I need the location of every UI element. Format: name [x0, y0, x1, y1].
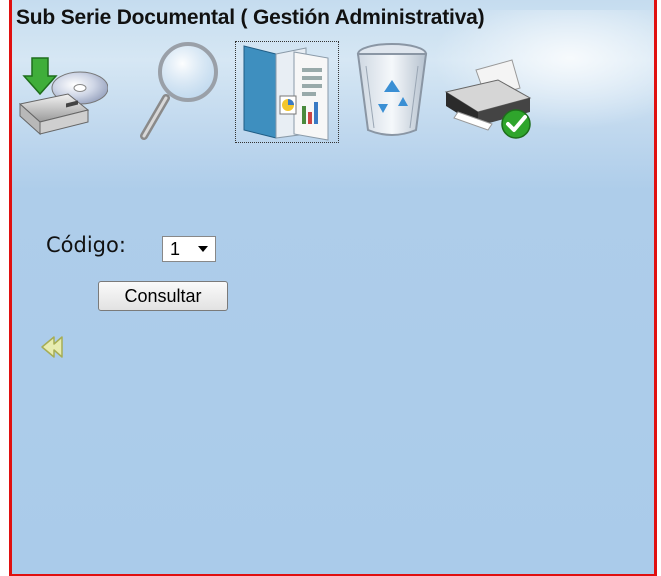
codigo-label: Código:: [46, 233, 126, 257]
export-disk-icon[interactable]: [16, 42, 109, 142]
content-panel: Sub Serie Documental ( Gestión Administr…: [12, 0, 654, 574]
page-title: Sub Serie Documental ( Gestión Administr…: [16, 6, 485, 29]
report-icon[interactable]: [235, 41, 339, 143]
printer-icon[interactable]: [442, 42, 534, 142]
codigo-select[interactable]: 1: [162, 236, 216, 262]
double-arrow-left-icon[interactable]: [40, 335, 66, 359]
chevron-down-icon: [198, 246, 208, 252]
frame-border-right: [654, 0, 657, 576]
app-window: Sub Serie Documental ( Gestión Administr…: [0, 0, 661, 576]
consultar-button[interactable]: Consultar: [98, 281, 228, 311]
codigo-select-value: 1: [170, 238, 181, 259]
recycle-bin-icon[interactable]: [350, 42, 442, 142]
search-icon[interactable]: [136, 42, 228, 142]
